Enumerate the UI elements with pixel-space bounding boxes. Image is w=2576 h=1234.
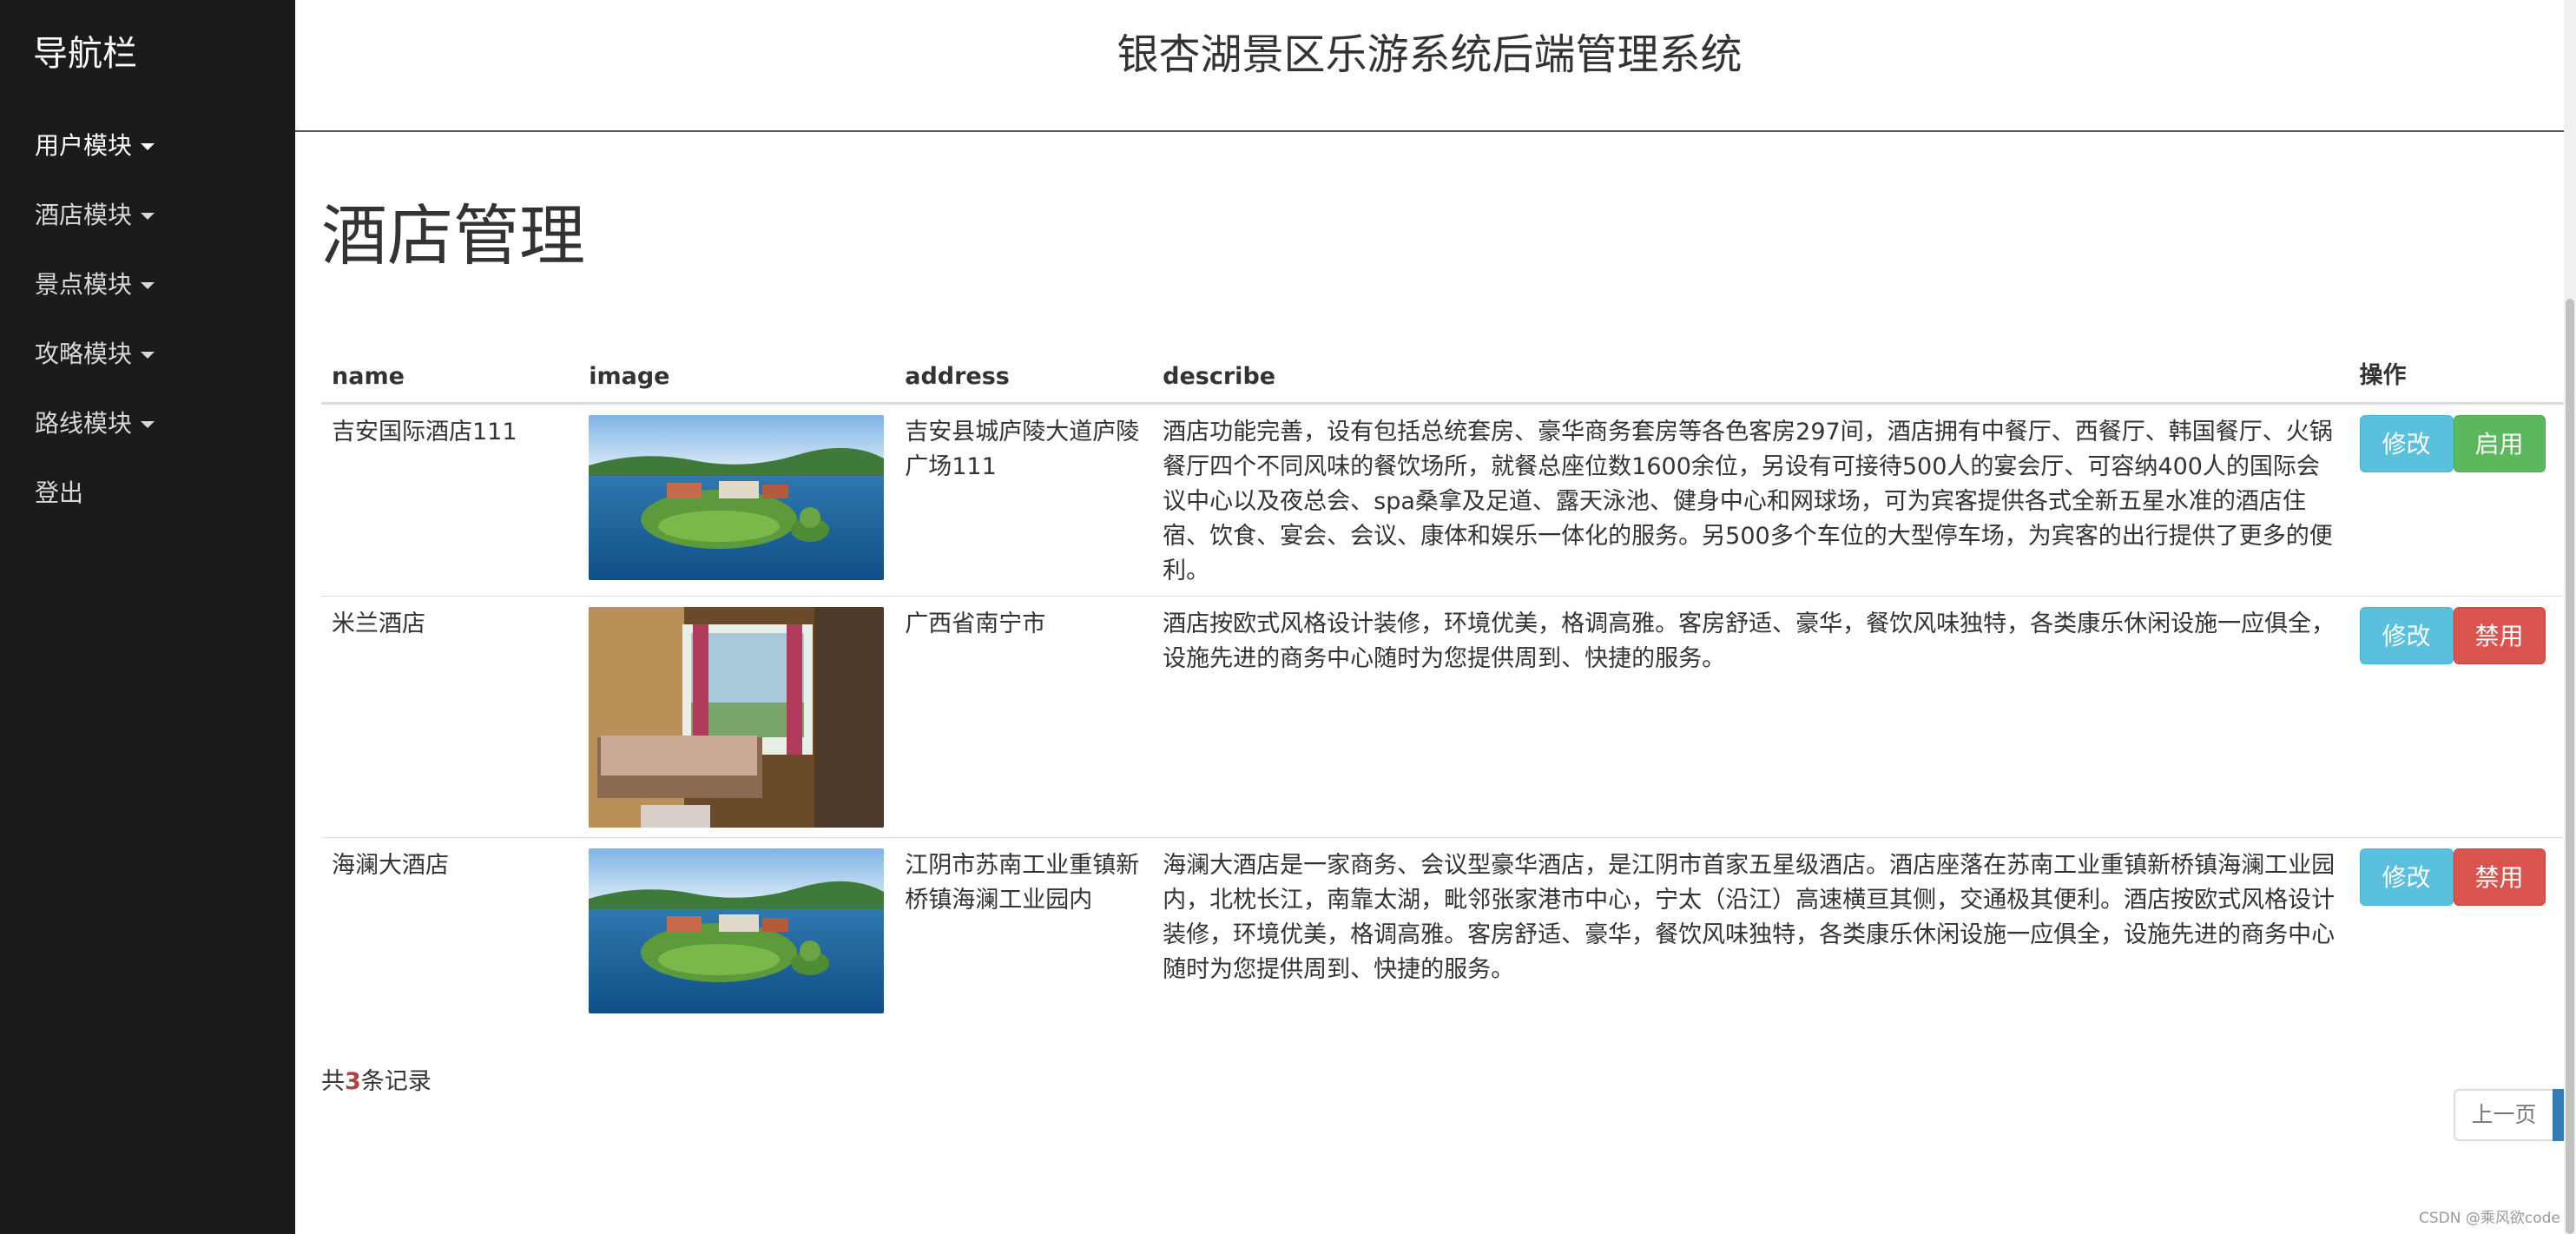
hotel-name-cell: 海澜大酒店	[321, 836, 579, 1030]
disable-button[interactable]: 禁用	[2453, 848, 2546, 906]
sidebar-item-hotel-module[interactable]: 酒店模块	[35, 198, 155, 233]
edit-button[interactable]: 修改	[2359, 848, 2454, 906]
edit-button[interactable]: 修改	[2359, 414, 2454, 472]
caret-down-icon	[141, 282, 155, 289]
scrollbar-thumb[interactable]	[2566, 299, 2574, 1234]
edit-button[interactable]: 修改	[2359, 606, 2454, 664]
hotel-name-cell: 米兰酒店	[321, 595, 579, 837]
record-count: 共3条记录	[321, 1068, 432, 1095]
current-page-button[interactable]	[2553, 1089, 2564, 1141]
sidebar-item-label: 酒店模块	[35, 201, 133, 229]
column-header-describe: describe	[1152, 347, 2351, 405]
sidebar-item-label: 攻略模块	[35, 340, 133, 368]
hotel-describe-cell: 海澜大酒店是一家商务、会议型豪华酒店，是江阴市首家五星级酒店。酒店座落在苏南工业…	[1152, 836, 2351, 1030]
hotel-room-photo-icon	[589, 606, 885, 828]
table-row: 海澜大酒店 江阴市苏南工业重镇新桥镇海澜工业园内 海澜大酒店是一家商务、会议型豪…	[321, 836, 2564, 1030]
sidebar-item-label: 用户模块	[35, 131, 133, 160]
caret-down-icon	[141, 421, 155, 428]
table-header-row: name image address describe 操作	[321, 347, 2564, 405]
caret-down-icon	[141, 213, 155, 220]
header: 银杏湖景区乐游系统后端管理系统	[295, 0, 2564, 132]
column-header-actions: 操作	[2350, 347, 2564, 405]
sidebar-item-user-module[interactable]: 用户模块	[35, 129, 155, 163]
enable-button[interactable]: 启用	[2453, 414, 2546, 472]
caret-down-icon	[141, 352, 155, 359]
prev-page-button[interactable]: 上一页	[2454, 1089, 2554, 1141]
sidebar-item-label: 路线模块	[35, 409, 133, 438]
disable-button[interactable]: 禁用	[2453, 606, 2546, 664]
sidebar-title: 导航栏	[33, 34, 137, 74]
caret-down-icon	[141, 143, 155, 150]
lake-resort-photo-icon	[589, 848, 885, 1013]
sidebar-item-label: 景点模块	[35, 270, 133, 299]
column-header-address: address	[894, 347, 1153, 405]
hotel-name-cell: 吉安国际酒店111	[321, 402, 579, 596]
hotel-address-cell: 江阴市苏南工业重镇新桥镇海澜工业园内	[894, 836, 1153, 1030]
sidebar-item-logout[interactable]: 登出	[35, 476, 83, 511]
header-title: 银杏湖景区乐游系统后端管理系统	[1117, 30, 1743, 79]
watermark: CSDN @乘风欲code	[2419, 1210, 2560, 1227]
table-row: 米兰酒店 广西省南宁市 酒店按欧式风格设计装修，环境优美，格调高雅。客房舒适、豪…	[321, 595, 2564, 837]
sidebar-item-route-module[interactable]: 路线模块	[35, 406, 155, 441]
page-title: 酒店管理	[321, 197, 585, 274]
sidebar: 导航栏 用户模块 酒店模块 景点模块 攻略模块 路线模块 登出	[0, 0, 295, 1234]
hotel-address-cell: 吉安县城庐陵大道庐陵广场111	[894, 402, 1153, 596]
sidebar-item-guide-module[interactable]: 攻略模块	[35, 337, 155, 372]
sidebar-item-scenic-module[interactable]: 景点模块	[35, 267, 155, 302]
hotel-address-cell: 广西省南宁市	[894, 595, 1153, 837]
hotel-table: name image address describe 操作 吉安国际酒店111	[321, 347, 2564, 1030]
sidebar-item-label: 登出	[35, 478, 84, 507]
lake-resort-photo-icon	[589, 414, 885, 580]
hotel-describe-cell: 酒店功能完善，设有包括总统套房、豪华商务套房等各色客房297间，酒店拥有中餐厅、…	[1152, 402, 2351, 596]
hotel-describe-cell: 酒店按欧式风格设计装修，环境优美，格调高雅。客房舒适、豪华，餐饮风味独特，各类康…	[1152, 595, 2351, 837]
record-count-number: 3	[345, 1068, 361, 1095]
column-header-image: image	[578, 347, 895, 405]
column-header-name: name	[321, 347, 579, 405]
table-row: 吉安国际酒店111 吉安县城庐陵大道庐陵广场111 酒店功能完善，设有包括总统套…	[321, 402, 2564, 596]
